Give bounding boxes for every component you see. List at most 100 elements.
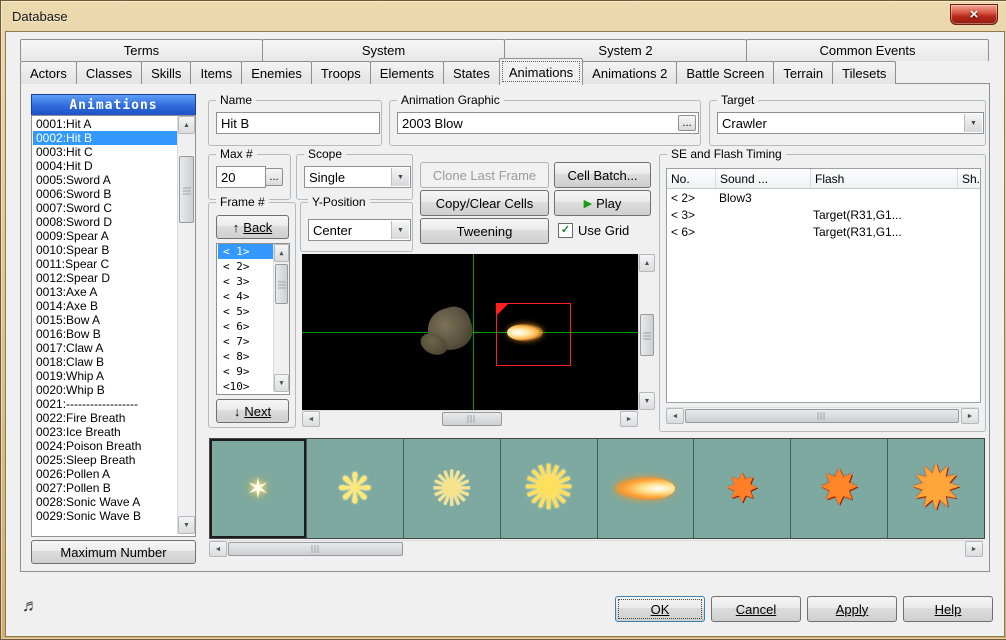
apply-button[interactable]: Apply [807,596,897,622]
scrollbar-thumb[interactable] [179,156,194,223]
browse-graphic-button[interactable]: ... [678,115,696,131]
max-frames-browse-button[interactable]: ... [265,168,283,186]
animation-cell[interactable]: ✹ [888,439,984,538]
scrollbar-thumb[interactable] [640,314,654,356]
column-header-sh[interactable]: Sh... [958,169,980,188]
list-item[interactable]: 0023:Ice Breath [33,425,178,439]
list-item[interactable]: 0002:Hit B [33,131,178,145]
animation-cell[interactable]: ✺ [404,439,501,538]
scrollbar-track[interactable] [684,408,961,424]
list-item[interactable]: 0022:Fire Breath [33,411,178,425]
animation-preview-canvas[interactable] [302,254,638,410]
dropdown-arrow-icon[interactable]: ▼ [391,168,409,186]
preview-horizontal-scrollbar[interactable]: ◄ ► [302,410,638,427]
list-item[interactable]: 0001:Hit A [33,117,178,131]
name-input[interactable]: Hit B [216,112,380,134]
scroll-right-button[interactable]: ► [961,408,979,424]
se-flash-scrollbar[interactable]: ◄ ► [666,407,979,424]
list-item[interactable]: 0029:Sonic Wave B [33,509,178,523]
list-item[interactable]: 0028:Sonic Wave A [33,495,178,509]
animation-cell[interactable]: ✺ [501,439,598,538]
animation-cell[interactable]: ✸ [791,439,888,538]
tab[interactable]: Enemies [241,61,312,84]
list-item[interactable]: 0021:------------------ [33,397,178,411]
animation-cell[interactable]: ✸ [694,439,791,538]
preview-vertical-scrollbar[interactable]: ▲ ▼ [638,254,655,410]
list-item[interactable]: 0014:Axe B [33,299,178,313]
y-position-select[interactable]: Center ▼ [308,219,411,241]
scroll-down-button[interactable]: ▼ [274,374,289,392]
tab[interactable]: Classes [76,61,142,84]
tab[interactable]: System [262,39,505,61]
scroll-left-button[interactable]: ◄ [302,411,320,427]
scope-select[interactable]: Single ▼ [304,166,411,188]
list-item[interactable]: 0017:Claw A [33,341,178,355]
tab[interactable]: Terms [20,39,263,61]
scroll-left-button[interactable]: ◄ [666,408,684,424]
frame-list-item[interactable]: < 6> [218,319,274,334]
scroll-up-button[interactable]: ▲ [178,116,195,134]
list-item[interactable]: 0010:Spear B [33,243,178,257]
tweening-button[interactable]: Tweening [420,218,549,244]
scrollbar-thumb[interactable] [228,542,403,556]
tab[interactable]: Troops [311,61,371,84]
next-button[interactable]: ↓ Next [216,399,289,423]
frame-list-item[interactable]: <10> [218,379,274,394]
tab[interactable]: Items [190,61,242,84]
tab[interactable]: Actors [20,61,77,84]
column-header-sound[interactable]: Sound ... [716,169,811,188]
scrollbar-track[interactable] [320,411,620,427]
list-item[interactable]: 0013:Axe A [33,285,178,299]
scroll-up-button[interactable]: ▲ [274,244,289,262]
target-select[interactable]: Crawler ▼ [717,112,984,134]
list-item[interactable]: 0006:Sword B [33,187,178,201]
max-frames-input[interactable]: 20 [216,166,266,188]
cell-strip-scrollbar[interactable]: ◄ ► [209,540,983,557]
scroll-left-button[interactable]: ◄ [209,541,227,557]
frame-list-item[interactable]: < 7> [218,334,274,349]
list-item[interactable]: 0015:Bow A [33,313,178,327]
frame-list-item[interactable]: < 8> [218,349,274,364]
scrollbar-thumb[interactable] [275,264,288,304]
table-row[interactable]: < 3> Target(R31,G1... [667,206,980,223]
frame-list-item[interactable]: < 9> [218,364,274,379]
dropdown-arrow-icon[interactable]: ▼ [964,114,982,132]
animation-graphic-input[interactable]: 2003 Blow ... [397,112,699,134]
use-grid-checkbox[interactable]: ✓ Use Grid [558,221,650,239]
animations-list-scrollbar[interactable]: ▲ ▼ [177,116,195,534]
scroll-up-button[interactable]: ▲ [639,254,655,272]
list-item[interactable]: 0027:Pollen B [33,481,178,495]
tab[interactable]: Tilesets [832,61,896,84]
scroll-down-button[interactable]: ▼ [178,516,195,534]
scrollbar-track[interactable] [639,272,655,392]
frame-list-item[interactable]: < 2> [218,259,274,274]
animation-cell[interactable]: ✶ [210,439,307,538]
scroll-right-button[interactable]: ► [620,411,638,427]
list-item[interactable]: 0004:Hit D [33,159,178,173]
frame-list-item[interactable]: < 5> [218,304,274,319]
list-item[interactable]: 0009:Spear A [33,229,178,243]
frame-list-scrollbar[interactable]: ▲ ▼ [273,244,289,392]
maximum-number-button[interactable]: Maximum Number [31,540,196,564]
frame-list-item[interactable]: < 3> [218,274,274,289]
copy-clear-cells-button[interactable]: Copy/Clear Cells [420,190,549,216]
play-button[interactable]: ▶ Play [554,190,651,216]
clone-last-frame-button[interactable]: Clone Last Frame [420,162,549,188]
list-item[interactable]: 0024:Poison Breath [33,439,178,453]
dropdown-arrow-icon[interactable]: ▼ [391,221,409,239]
table-row[interactable]: < 2> Blow3 [667,189,980,206]
list-item[interactable]: 0019:Whip A [33,369,178,383]
list-item[interactable]: 0025:Sleep Breath [33,453,178,467]
close-button[interactable]: × [950,4,998,25]
tab[interactable]: States [443,61,500,84]
scrollbar-thumb[interactable] [442,412,502,426]
titlebar[interactable]: Database × [1,1,1006,31]
tab[interactable]: Common Events [746,39,989,61]
ok-button[interactable]: OK [615,596,705,622]
list-item[interactable]: 0026:Pollen A [33,467,178,481]
tab[interactable]: Battle Screen [676,61,774,84]
selected-cell-box[interactable] [496,303,571,366]
cancel-button[interactable]: Cancel [711,596,801,622]
help-button[interactable]: Help [903,596,993,622]
list-item[interactable]: 0016:Bow B [33,327,178,341]
